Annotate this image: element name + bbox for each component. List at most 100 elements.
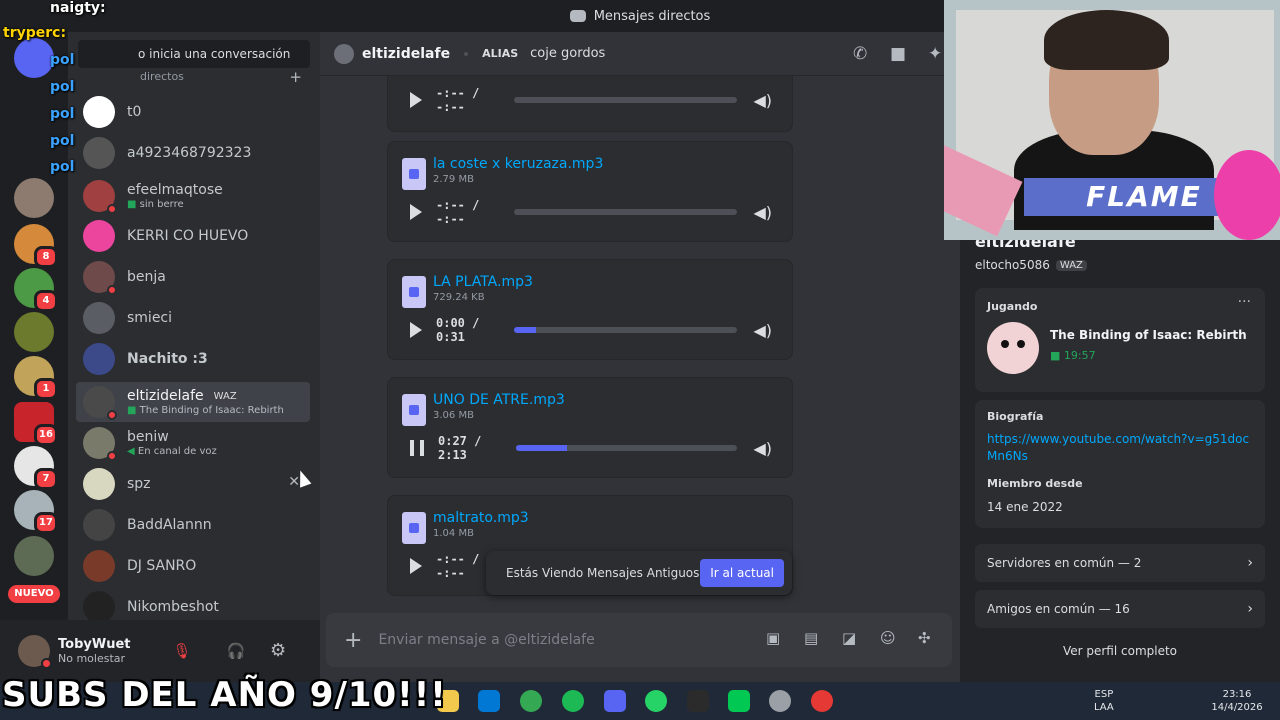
deafen-button[interactable]: 🎧	[214, 636, 258, 666]
dm-item-active[interactable]: eltizidelafe WAZ ■ The Binding of Isaac: …	[76, 382, 310, 422]
server-badge: 4	[34, 290, 58, 312]
jump-to-present-button[interactable]: Ir al actual	[700, 559, 784, 587]
phone-icon[interactable]: ✆	[853, 44, 867, 64]
server-badge: 7	[34, 468, 58, 490]
server-icon-6[interactable]: 16	[14, 402, 58, 446]
view-full-profile-link[interactable]: Ver perfil completo	[960, 644, 1280, 658]
gif-icon[interactable]: ▤	[804, 629, 818, 647]
home-button[interactable]	[14, 38, 54, 78]
settings-icon[interactable]	[769, 690, 791, 712]
volume-icon[interactable]: ◀)	[753, 91, 772, 110]
server-icon-3[interactable]: 4	[14, 268, 58, 312]
audio-progress[interactable]	[514, 327, 738, 333]
new-badge[interactable]: NUEVO	[8, 585, 60, 603]
overlay-line: pol	[50, 52, 75, 68]
dm-item[interactable]: efeelmaqtose ■ sin berre	[76, 176, 310, 216]
dm-name: DJ SANRO	[127, 558, 197, 574]
audio-player: 0:27 / 2:13 ◀)	[410, 434, 772, 462]
volume-icon[interactable]: ◀)	[753, 321, 772, 340]
audio-progress[interactable]	[514, 209, 738, 215]
gift-icon[interactable]: ▣	[766, 629, 780, 647]
spotify-icon[interactable]	[562, 690, 584, 712]
file-name[interactable]: LA PLATA.mp3	[433, 274, 533, 290]
dm-item[interactable]: smieci	[76, 298, 310, 338]
bio-link[interactable]: https://www.youtube.com/watch?v=g51docMn…	[987, 431, 1253, 465]
server-icon-2[interactable]: 8	[14, 224, 58, 268]
audio-file-icon	[402, 158, 426, 190]
mutual-friends-row[interactable]: Amigos en común — 16 ›	[975, 590, 1265, 628]
mutual-servers-row[interactable]: Servidores en común — 2 ›	[975, 544, 1265, 582]
obs-icon[interactable]	[811, 690, 833, 712]
file-name[interactable]: la coste x keruzaza.mp3	[433, 156, 603, 172]
audio-progress-fill	[514, 327, 537, 333]
mute-button[interactable]: 🎙	[160, 636, 204, 666]
dm-item[interactable]: spz ✕	[76, 464, 310, 504]
sticker-icon[interactable]: ◪	[842, 629, 856, 647]
dm-item[interactable]: BaddAlannn	[76, 505, 310, 545]
file-name[interactable]: UNO DE ATRE.mp3	[433, 392, 565, 408]
status-dnd-icon	[107, 451, 117, 461]
volume-icon[interactable]: ◀)	[753, 203, 772, 222]
dm-item[interactable]: t0	[76, 92, 310, 132]
store-icon[interactable]	[478, 690, 500, 712]
webcam-person	[1044, 10, 1169, 70]
dm-search-input[interactable]: o inicia una conversación	[78, 40, 310, 68]
play-icon[interactable]	[410, 558, 422, 574]
avatar	[83, 302, 115, 334]
whatsapp-icon[interactable]	[645, 690, 667, 712]
chevron-right-icon: ›	[1247, 555, 1253, 571]
separator-dot	[464, 51, 469, 56]
avatar	[83, 137, 115, 169]
volume-icon[interactable]: ◀)	[753, 439, 772, 458]
server-badge: 16	[34, 424, 58, 446]
chrome-icon[interactable]	[520, 690, 542, 712]
play-icon[interactable]	[410, 322, 422, 338]
chat-header-name: eltizidelafe	[362, 45, 451, 62]
server-icon-5[interactable]: 1	[14, 356, 58, 400]
dm-item[interactable]: a4923468792323	[76, 133, 310, 173]
dm-item[interactable]: benja	[76, 257, 310, 297]
pause-icon[interactable]	[410, 440, 424, 456]
audio-attachment: -:-- / -:-- ◀)	[387, 76, 793, 132]
apps-icon[interactable]: ✣	[918, 629, 931, 647]
message-input[interactable]: Enviar mensaje a @eltizidelafe	[378, 632, 594, 648]
avatar[interactable]	[18, 635, 52, 669]
dm-name: eltizidelafe WAZ	[127, 388, 284, 404]
audio-progress[interactable]	[514, 97, 738, 103]
add-attachment-icon[interactable]: +	[344, 628, 362, 653]
dm-item[interactable]: Nikombeshot	[76, 587, 310, 620]
video-icon[interactable]: ■	[890, 44, 906, 64]
app-icon[interactable]	[687, 690, 709, 712]
server-icon-1[interactable]	[14, 178, 54, 218]
overlay-line: pol	[50, 79, 75, 95]
clock[interactable]: 23:16 14/4/2026	[1204, 688, 1270, 714]
dm-item[interactable]: DJ SANRO	[76, 546, 310, 586]
dm-item[interactable]: beniw ◀ En canal de voz	[76, 423, 310, 463]
about-card: Biografía https://www.youtube.com/watch?…	[975, 400, 1265, 528]
server-icon-7[interactable]: 7	[14, 446, 58, 490]
dm-item[interactable]: Nachito :3	[76, 339, 310, 379]
audio-progress[interactable]	[516, 445, 738, 451]
discord-icon	[569, 10, 586, 22]
server-icon-8[interactable]: 17	[14, 490, 58, 534]
pin-icon[interactable]: ✦	[928, 44, 942, 64]
overlay-line: tryperc:	[3, 25, 67, 41]
more-icon[interactable]: ···	[1238, 294, 1251, 310]
avatar	[83, 180, 117, 214]
file-name[interactable]: maltrato.mp3	[433, 510, 529, 526]
language-indicator[interactable]: ESP LAA	[1094, 688, 1114, 714]
play-icon[interactable]	[410, 204, 422, 220]
kick-icon[interactable]	[728, 690, 750, 712]
play-icon[interactable]	[410, 92, 422, 108]
server-icon-9[interactable]	[14, 536, 54, 576]
plus-icon[interactable]: +	[289, 68, 302, 86]
dm-subtext: ■ The Binding of Isaac: Rebirth	[127, 405, 284, 416]
gear-icon[interactable]: ⚙	[270, 640, 286, 661]
discord-taskbar-icon[interactable]	[604, 690, 626, 712]
webcam-overlay: FLAME	[944, 0, 1280, 240]
server-icon-4[interactable]	[14, 312, 54, 352]
audio-attachment: la coste x keruzaza.mp3 2.79 MB -:-- / -…	[387, 141, 793, 242]
activity-label: Jugando	[987, 300, 1038, 313]
emoji-icon[interactable]: ☺	[880, 629, 896, 647]
dm-item[interactable]: KERRI CO HUEVO	[76, 216, 310, 256]
